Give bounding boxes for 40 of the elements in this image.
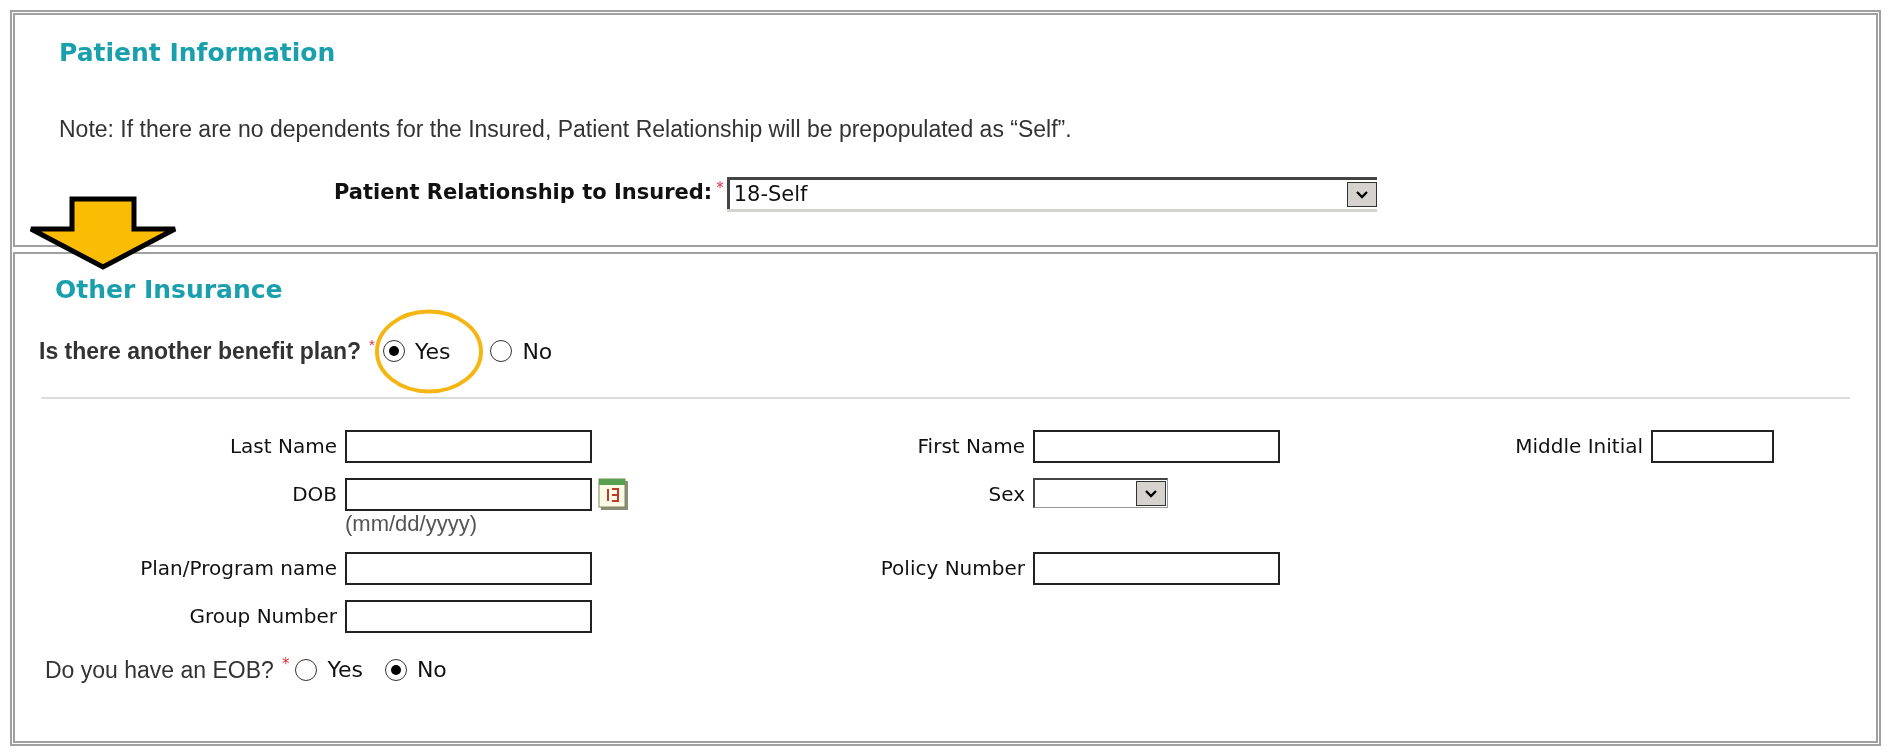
section-title: Patient Information	[59, 37, 337, 69]
text-field[interactable]	[345, 429, 592, 463]
relationship-select[interactable]: 18-Self	[726, 177, 1377, 209]
required-mark: *	[281, 653, 290, 675]
note-text: Note: If there are no dependents for the Insured, Patient Relationship will be prepopulated as “Self”.	[59, 115, 1073, 143]
field-label: Plan/Program name	[140, 554, 337, 582]
question-label: Is there another benefit plan?	[39, 337, 362, 366]
required-mark: *	[369, 335, 375, 355]
field-label: Patient Relationship to Insured:	[334, 179, 713, 207]
radio-label[interactable]: No	[522, 334, 553, 368]
radio-button[interactable]	[382, 340, 405, 363]
radio-button[interactable]	[295, 658, 318, 681]
radio-button[interactable]	[490, 340, 513, 363]
text-field[interactable]	[345, 599, 592, 633]
field-label: First Name	[917, 432, 1025, 460]
field-label: Middle Initial	[1515, 432, 1643, 460]
date-format-hint: (mm/dd/yyyy)	[345, 510, 478, 537]
field-label: Policy Number	[880, 554, 1025, 582]
required-mark: *	[716, 178, 724, 199]
date-field[interactable]	[345, 477, 592, 511]
section-title: Other Insurance	[55, 274, 284, 306]
field-label: DOB	[292, 480, 337, 508]
chevron-down-icon	[1354, 190, 1369, 199]
field-label: Sex	[988, 480, 1025, 508]
radio-label[interactable]: Yes	[414, 334, 451, 368]
calendar-icon[interactable]	[598, 477, 629, 511]
text-field[interactable]	[1651, 429, 1774, 463]
radio-button[interactable]	[384, 658, 407, 681]
chevron-down-icon	[1144, 488, 1158, 498]
field-label: Last Name	[229, 432, 337, 460]
dropdown-button[interactable]	[1346, 182, 1377, 207]
text-field[interactable]	[1033, 429, 1280, 463]
question-label: Do you have an EOB?	[45, 655, 274, 685]
text-field[interactable]	[345, 551, 592, 585]
field-label: Group Number	[189, 602, 337, 630]
radio-label[interactable]: Yes	[327, 653, 363, 687]
dropdown-button[interactable]	[1136, 480, 1166, 506]
sex-select[interactable]	[1033, 477, 1168, 508]
text-field[interactable]	[1033, 551, 1280, 585]
radio-label[interactable]: No	[416, 653, 447, 687]
